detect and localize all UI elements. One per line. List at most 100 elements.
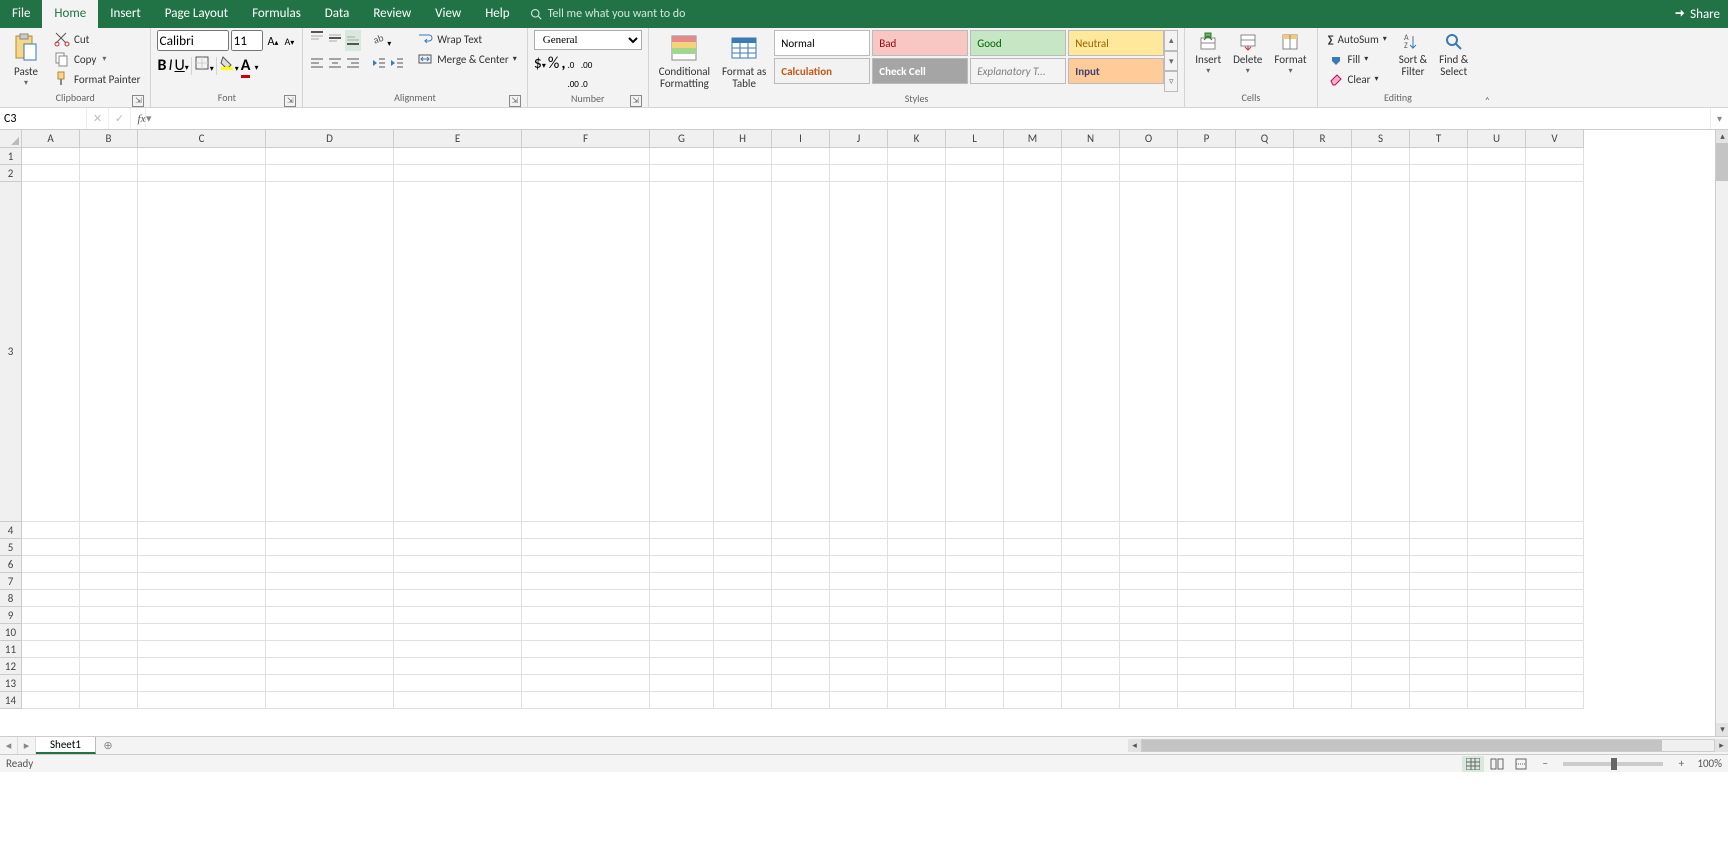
cell-A14[interactable]: [22, 692, 80, 709]
cell-R14[interactable]: [1294, 692, 1352, 709]
sheet-tab-sheet1[interactable]: Sheet1: [36, 737, 96, 754]
cell-U2[interactable]: [1468, 165, 1526, 182]
cell-T8[interactable]: [1410, 590, 1468, 607]
cell-F1[interactable]: [522, 148, 650, 165]
name-box[interactable]: ▾: [0, 108, 86, 129]
cell-L14[interactable]: [946, 692, 1004, 709]
zoom-slider[interactable]: [1563, 762, 1663, 766]
cell-O12[interactable]: [1120, 658, 1178, 675]
cell-P12[interactable]: [1178, 658, 1236, 675]
cell-J4[interactable]: [830, 522, 888, 539]
cell-A6[interactable]: [22, 556, 80, 573]
increase-decimal-button[interactable]: .0.00: [567, 54, 578, 92]
cell-B11[interactable]: [80, 641, 138, 658]
cell-Q3[interactable]: [1236, 182, 1294, 522]
cell-F12[interactable]: [522, 658, 650, 675]
cell-L5[interactable]: [946, 539, 1004, 556]
cell-M8[interactable]: [1004, 590, 1062, 607]
view-page-break-button[interactable]: [1510, 756, 1532, 772]
cell-R9[interactable]: [1294, 607, 1352, 624]
fill-button[interactable]: Fill▾: [1324, 50, 1391, 68]
cell-T6[interactable]: [1410, 556, 1468, 573]
cell-P9[interactable]: [1178, 607, 1236, 624]
cell-G10[interactable]: [650, 624, 714, 641]
cell-B5[interactable]: [80, 539, 138, 556]
cell-U10[interactable]: [1468, 624, 1526, 641]
cell-I7[interactable]: [772, 573, 830, 590]
cell-T10[interactable]: [1410, 624, 1468, 641]
cell-U4[interactable]: [1468, 522, 1526, 539]
cell-C1[interactable]: [138, 148, 266, 165]
row-header-6[interactable]: 6: [0, 556, 22, 573]
cell-L3[interactable]: [946, 182, 1004, 522]
cancel-formula-button[interactable]: ✕: [86, 108, 108, 129]
cell-P13[interactable]: [1178, 675, 1236, 692]
cell-V9[interactable]: [1526, 607, 1584, 624]
cell-V11[interactable]: [1526, 641, 1584, 658]
cell-R6[interactable]: [1294, 556, 1352, 573]
wrap-text-button[interactable]: Wrap Text: [413, 30, 521, 48]
cell-Q6[interactable]: [1236, 556, 1294, 573]
cell-D1[interactable]: [266, 148, 394, 165]
cell-U9[interactable]: [1468, 607, 1526, 624]
cell-H13[interactable]: [714, 675, 772, 692]
cell-B4[interactable]: [80, 522, 138, 539]
cell-B3[interactable]: [80, 182, 138, 522]
cell-B6[interactable]: [80, 556, 138, 573]
cell-N6[interactable]: [1062, 556, 1120, 573]
cell-U8[interactable]: [1468, 590, 1526, 607]
cell-A13[interactable]: [22, 675, 80, 692]
cell-K5[interactable]: [888, 539, 946, 556]
cell-O3[interactable]: [1120, 182, 1178, 522]
clear-button[interactable]: Clear▾: [1324, 70, 1391, 88]
cell-C13[interactable]: [138, 675, 266, 692]
cell-P11[interactable]: [1178, 641, 1236, 658]
row-header-11[interactable]: 11: [0, 641, 22, 658]
cell-F3[interactable]: [522, 182, 650, 522]
cell-N8[interactable]: [1062, 590, 1120, 607]
cell-O6[interactable]: [1120, 556, 1178, 573]
row-header-1[interactable]: 1: [0, 148, 22, 165]
cell-B1[interactable]: [80, 148, 138, 165]
cell-Q8[interactable]: [1236, 590, 1294, 607]
cell-J7[interactable]: [830, 573, 888, 590]
col-header-K[interactable]: K: [888, 130, 946, 148]
cell-U5[interactable]: [1468, 539, 1526, 556]
cell-M14[interactable]: [1004, 692, 1062, 709]
format-cells-button[interactable]: Format▾: [1270, 30, 1310, 91]
font-dialog-launcher[interactable]: ⇲: [284, 95, 296, 107]
col-header-P[interactable]: P: [1178, 130, 1236, 148]
cell-M2[interactable]: [1004, 165, 1062, 182]
cell-H11[interactable]: [714, 641, 772, 658]
cell-O1[interactable]: [1120, 148, 1178, 165]
cell-S11[interactable]: [1352, 641, 1410, 658]
find-select-button[interactable]: Find & Select: [1435, 30, 1472, 91]
cell-S5[interactable]: [1352, 539, 1410, 556]
cell-C4[interactable]: [138, 522, 266, 539]
cell-N3[interactable]: [1062, 182, 1120, 522]
cell-A11[interactable]: [22, 641, 80, 658]
cell-F5[interactable]: [522, 539, 650, 556]
alignment-dialog-launcher[interactable]: ⇲: [509, 95, 521, 107]
cell-L10[interactable]: [946, 624, 1004, 641]
gallery-down-button[interactable]: ▾: [1164, 51, 1178, 72]
align-bottom-button[interactable]: [345, 30, 361, 51]
cell-J3[interactable]: [830, 182, 888, 522]
cell-T2[interactable]: [1410, 165, 1468, 182]
style-good[interactable]: Good: [970, 30, 1066, 56]
col-header-T[interactable]: T: [1410, 130, 1468, 148]
formula-bar-input[interactable]: [152, 108, 1710, 129]
cell-Q4[interactable]: [1236, 522, 1294, 539]
col-header-F[interactable]: F: [522, 130, 650, 148]
format-painter-button[interactable]: Format Painter: [50, 70, 144, 88]
collapse-ribbon-button[interactable]: ˄: [1478, 28, 1496, 107]
cell-E5[interactable]: [394, 539, 522, 556]
cell-E7[interactable]: [394, 573, 522, 590]
cell-P6[interactable]: [1178, 556, 1236, 573]
cell-T1[interactable]: [1410, 148, 1468, 165]
cell-K14[interactable]: [888, 692, 946, 709]
cell-K7[interactable]: [888, 573, 946, 590]
cell-I2[interactable]: [772, 165, 830, 182]
cell-N11[interactable]: [1062, 641, 1120, 658]
cell-I13[interactable]: [772, 675, 830, 692]
